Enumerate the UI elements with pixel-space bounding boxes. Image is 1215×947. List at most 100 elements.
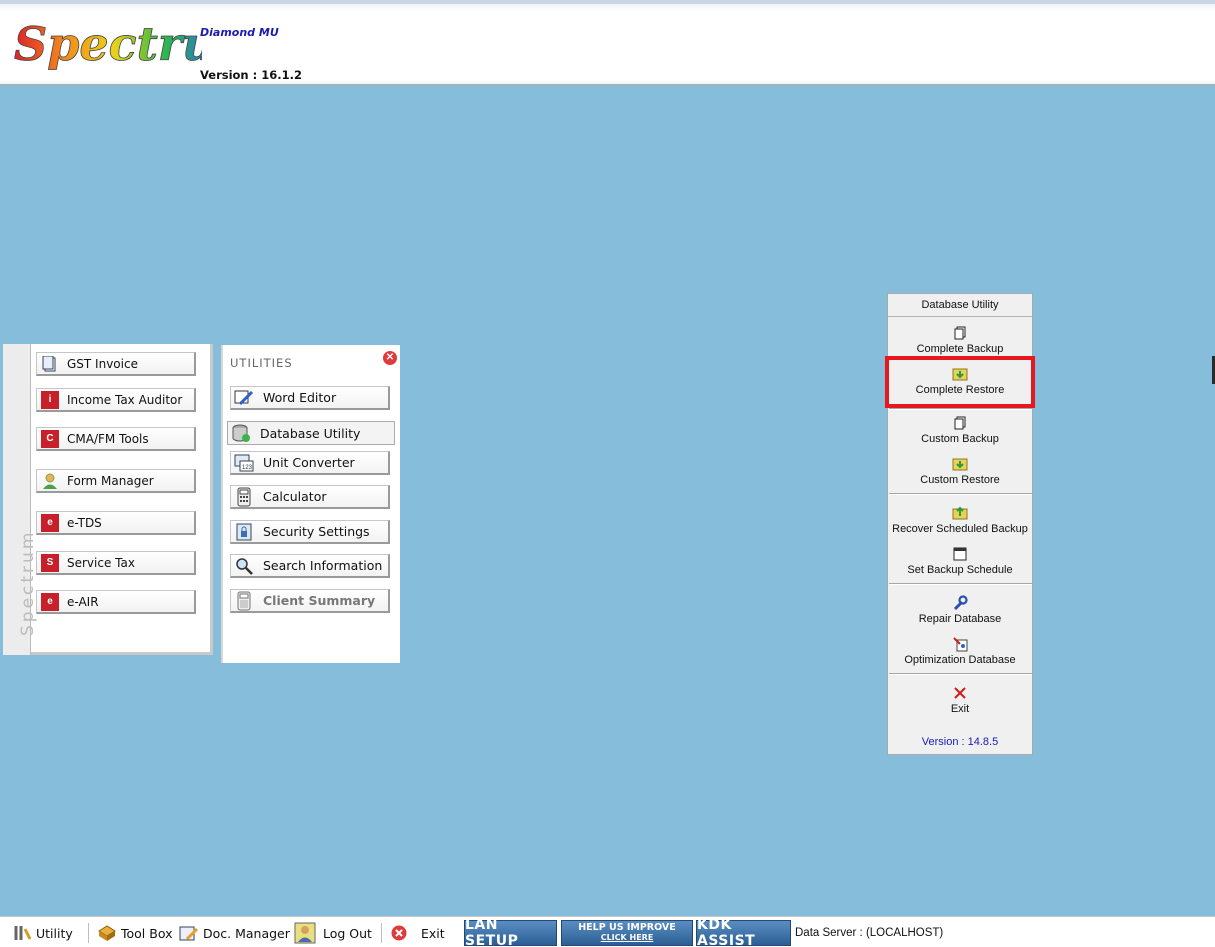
e-air-button[interactable]: e e-AIR [36,590,196,614]
svg-text:Spectrum: Spectrum [14,17,202,71]
selection-highlight [885,356,1035,408]
help-line-1: HELP US IMPROVE [578,922,676,933]
set-backup-schedule-button[interactable]: Set Backup Schedule [888,542,1032,582]
spectrum-logo: Spectrum [14,17,202,72]
toolbox-label: Tool Box [121,925,173,941]
logout-user-icon [293,921,319,945]
calculator-button[interactable]: Calculator [230,485,390,509]
database-utility-version: Version : 14.8.5 [921,736,999,748]
cma-fm-tools-label: CMA/FM Tools [67,431,149,446]
word-editor-label: Word Editor [263,390,337,405]
unit-converter-icon: 123 [234,453,254,473]
unit-converter-label: Unit Converter [263,455,355,470]
separator [889,408,1032,410]
tools-icon [12,923,32,943]
edition-label: Diamond MU [200,26,279,39]
repair-database-label: Repair Database [918,613,1002,625]
wrench-icon [952,595,968,611]
form-manager-icon [41,472,59,490]
invoice-icon [41,355,59,373]
unit-converter-button[interactable]: 123 Unit Converter [230,451,390,475]
exit-icon [389,923,409,943]
recover-scheduled-backup-label: Recover Scheduled Backup [892,523,1028,535]
database-icon [231,423,251,443]
custom-backup-button[interactable]: Custom Backup [888,411,1032,451]
doc-manager-label: Doc. Manager [203,925,290,941]
database-utility-button[interactable]: Database Utility [227,421,395,445]
document-manager-icon [179,923,199,943]
gst-invoice-label: GST Invoice [67,356,138,371]
utility-button[interactable]: Utility [12,922,73,944]
word-editor-icon [234,388,254,408]
lan-setup-button[interactable]: LAN SETUP [464,917,557,947]
close-icon[interactable]: ✕ [383,351,397,365]
recover-icon [952,505,968,521]
search-information-button[interactable]: Search Information [230,554,390,578]
toolbox-button[interactable]: Tool Box [97,922,173,944]
client-summary-icon [234,591,254,611]
service-tax-icon: S [41,553,59,572]
recover-scheduled-backup-button[interactable]: Recover Scheduled Backup [888,501,1032,541]
calculator-icon [234,487,254,507]
custom-restore-button[interactable]: Custom Restore [888,452,1032,492]
calculator-label: Calculator [263,489,327,504]
e-tds-button[interactable]: e e-TDS [36,511,196,535]
calendar-icon [952,546,968,562]
bottom-taskbar: Utility Tool Box Doc. Manager Log Out Ex… [0,916,1215,947]
e-air-label: e-AIR [67,594,99,609]
custom-restore-label: Custom Restore [920,474,1000,486]
logout-button[interactable]: Log Out [293,922,372,944]
service-tax-button[interactable]: S Service Tax [36,551,196,575]
kdk-assist-button[interactable]: KDK ASSIST [696,917,791,947]
complete-backup-label: Complete Backup [916,343,1004,355]
income-tax-auditor-button[interactable]: i Income Tax Auditor [36,388,196,412]
taskbar-separator [88,923,89,943]
module-panel: Spectrum GST Invoice i Income Tax Audito… [3,344,213,655]
client-summary-button[interactable]: Client Summary [230,589,390,613]
income-tax-auditor-label: Income Tax Auditor [67,392,183,407]
security-settings-button[interactable]: Security Settings [230,520,390,544]
toolbox-icon [97,923,117,943]
taskbar-exit-button[interactable]: Exit [389,922,445,944]
word-editor-button[interactable]: Word Editor [230,386,390,410]
form-manager-button[interactable]: Form Manager [36,469,196,493]
vertical-tab-label: Spectrum [18,529,38,636]
cma-fm-tools-button[interactable]: C CMA/FM Tools [36,427,196,451]
copy-icon [952,325,968,341]
svg-text:123: 123 [242,465,253,471]
repair-database-button[interactable]: Repair Database [888,591,1032,631]
custom-backup-label: Custom Backup [921,433,999,445]
separator [889,583,1032,585]
income-tax-icon: i [41,390,59,409]
set-backup-schedule-label: Set Backup Schedule [907,564,1013,576]
optimize-icon [952,636,968,652]
etds-icon: e [41,513,59,532]
spectrum-vertical-tab[interactable]: Spectrum [3,344,38,655]
logout-label: Log Out [323,925,372,941]
data-server-status: Data Server : (LOCALHOST) [795,927,944,939]
taskbar-exit-label: Exit [421,925,445,941]
app-version: Version : 16.1.2 [200,68,302,82]
cma-icon: C [41,429,59,448]
service-tax-label: Service Tax [67,555,135,570]
help-us-improve-button[interactable]: HELP US IMPROVE CLICK HERE [561,920,693,946]
exit-button[interactable]: Exit [888,681,1032,721]
optimization-database-button[interactable]: Optimization Database [888,632,1032,672]
complete-backup-button[interactable]: Complete Backup [888,321,1032,361]
gst-invoice-button[interactable]: GST Invoice [36,352,196,376]
e-tds-label: e-TDS [67,515,102,530]
utilities-panel: UTILITIES ✕ Word Editor Database Utility… [221,345,400,663]
taskbar-separator [381,923,382,943]
client-summary-label: Client Summary [263,593,376,608]
close-x-icon [952,685,968,701]
copy-icon [952,415,968,431]
doc-manager-button[interactable]: Doc. Manager [179,922,290,944]
lock-icon [234,522,254,542]
separator [889,673,1032,675]
eair-icon: e [41,592,59,611]
search-information-label: Search Information [263,558,383,573]
utility-label: Utility [36,925,73,941]
optimization-database-label: Optimization Database [904,654,1016,666]
database-utility-label: Database Utility [260,425,361,441]
form-manager-label: Form Manager [67,473,154,488]
